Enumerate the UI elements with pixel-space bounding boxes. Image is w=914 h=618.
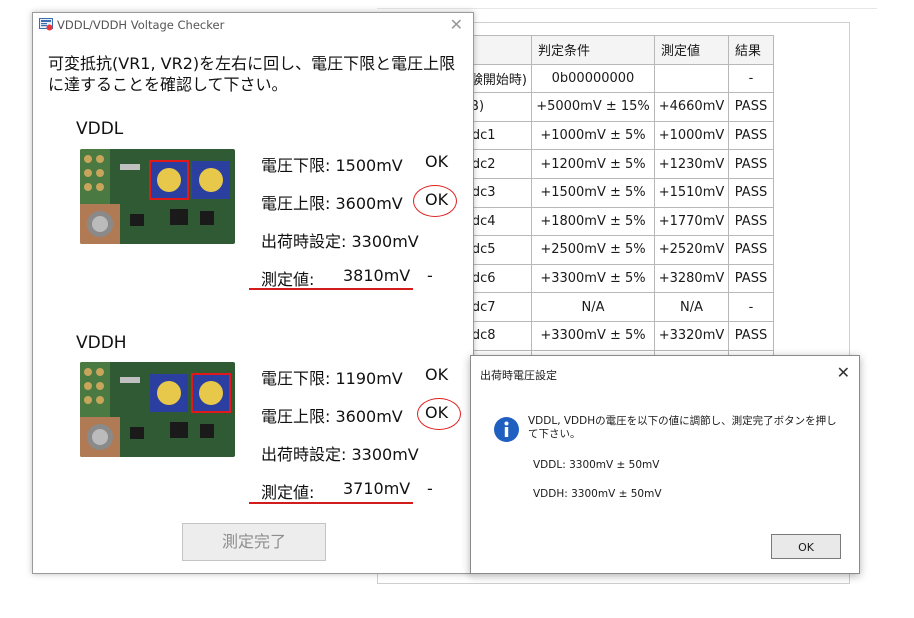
col-header-condition[interactable]: 判定条件 [531, 35, 655, 65]
info-icon [494, 417, 519, 442]
vddl-section-title: VDDL [76, 119, 124, 139]
cell-measured: +1000mV [654, 120, 729, 151]
cell-result: PASS [728, 206, 774, 237]
cell-measured: N/A [654, 292, 729, 322]
cell-measured: +4660mV [654, 92, 729, 122]
vddh-upper-limit: 電圧上限: 3600mV [261, 407, 403, 426]
cell-result: PASS [728, 320, 774, 351]
instruction-text: 可変抵抗(VR1, VR2)を左右に回し、電圧下限と電圧上限に達することを確認し… [48, 54, 456, 94]
cell-result: PASS [728, 235, 774, 265]
vddl-measured-label: 測定値: [261, 270, 315, 289]
vddh-measured-value: 3710mV [343, 479, 411, 498]
vddl-upper-ok-highlight [413, 185, 457, 217]
vddl-measured-status: - [427, 266, 433, 285]
voltage-checker-window: VDDL/VDDH Voltage Checker ✕ 可変抵抗(VR1, VR… [32, 12, 474, 574]
cell-condition: +1000mV ± 5% [531, 120, 655, 151]
cell-result: PASS [728, 92, 774, 122]
vddl-measured-value: 3810mV [343, 266, 411, 285]
vddh-measured-underline [249, 502, 413, 504]
vddh-measured-status: - [427, 479, 433, 498]
cell-result: PASS [728, 177, 774, 208]
cell-measured: +1510mV [654, 177, 729, 208]
dialog-titlebar[interactable]: 出荷時電圧設定 ✕ [471, 356, 859, 390]
checker-titlebar[interactable]: VDDL/VDDH Voltage Checker ✕ [33, 13, 473, 37]
vddh-lower-limit: 電圧下限: 1190mV [261, 369, 403, 388]
vddl-measured-underline [249, 288, 413, 290]
cell-condition: +3300mV ± 5% [531, 263, 655, 294]
vddh-measured-label: 測定値: [261, 483, 315, 502]
top-divider [377, 8, 877, 9]
cell-condition: 0b00000000 [531, 63, 655, 94]
cell-result: PASS [728, 120, 774, 151]
app-icon [39, 18, 53, 31]
col-header-result[interactable]: 結果 [728, 35, 774, 65]
vddh-upper-ok-highlight [417, 398, 461, 430]
cell-measured [654, 63, 729, 94]
vddl-board-photo [80, 149, 235, 244]
dialog-title: 出荷時電圧設定 [480, 369, 557, 382]
dialog-message: VDDL, VDDHの電圧を以下の値に調節し、測定完了ボタンを押して下さい。 [528, 415, 837, 440]
cell-result: PASS [728, 263, 774, 294]
vddh-section-title: VDDH [76, 333, 127, 353]
checker-title: VDDL/VDDH Voltage Checker [57, 18, 225, 32]
vddl-lower-status: OK [425, 152, 449, 171]
cell-measured: +1770mV [654, 206, 729, 237]
vddh-factory-setting: 出荷時設定: 3300mV [261, 445, 419, 464]
cell-measured: +1230mV [654, 149, 729, 179]
cell-measured: +2520mV [654, 235, 729, 265]
cell-condition: +1800mV ± 5% [531, 206, 655, 237]
cell-condition: +3300mV ± 5% [531, 320, 655, 351]
cell-condition: +2500mV ± 5% [531, 235, 655, 265]
dialog-ok-button[interactable]: OK [771, 534, 841, 559]
vddh-lower-status: OK [425, 365, 449, 384]
cell-result: PASS [728, 149, 774, 179]
vddl-lower-limit: 電圧下限: 1500mV [261, 156, 403, 175]
checker-close-icon[interactable]: ✕ [450, 15, 463, 34]
cell-condition: +1200mV ± 5% [531, 149, 655, 179]
vddl-factory-setting: 出荷時設定: 3300mV [261, 232, 419, 251]
cell-measured: +3280mV [654, 263, 729, 294]
dialog-vddl-target: VDDL: 3300mV ± 50mV [533, 459, 660, 471]
dialog-vddh-target: VDDH: 3300mV ± 50mV [533, 488, 662, 500]
vddl-upper-limit: 電圧上限: 3600mV [261, 194, 403, 213]
factory-voltage-dialog: 出荷時電圧設定 ✕ VDDL, VDDHの電圧を以下の値に調節し、測定完了ボタン… [470, 355, 860, 574]
cell-condition: +1500mV ± 5% [531, 177, 655, 208]
dialog-close-icon[interactable]: ✕ [837, 363, 850, 382]
cell-result: - [728, 63, 774, 94]
measurement-done-button[interactable]: 測定完了 [182, 523, 326, 561]
vddh-board-photo [80, 362, 235, 457]
cell-condition: +5000mV ± 15% [531, 92, 655, 122]
cell-condition: N/A [531, 292, 655, 322]
cell-measured: +3320mV [654, 320, 729, 351]
col-header-measured[interactable]: 測定値 [654, 35, 729, 65]
cell-result: - [728, 292, 774, 322]
